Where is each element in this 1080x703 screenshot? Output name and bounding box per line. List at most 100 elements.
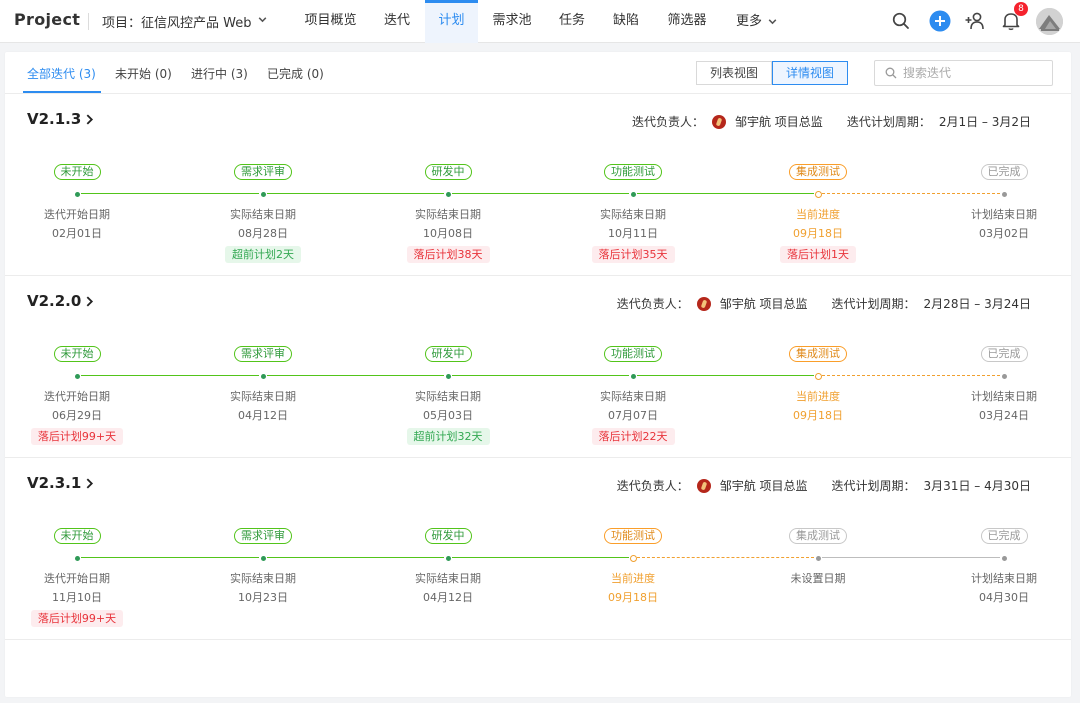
stage-date: 09月18日 (793, 409, 843, 422)
timeline-node (445, 191, 451, 197)
timeline-stage: 集成测试 当前进度 09月18日 (758, 346, 878, 423)
timeline-node (260, 373, 266, 379)
nav-more-label: 更多 (735, 13, 762, 29)
timeline-stage: 集成测试 当前进度 09月18日 落后计划1天 (758, 164, 878, 263)
filter-tab-in-progress[interactable]: 进行中 (3) (191, 65, 248, 82)
stage-date-label: 计划结束日期 (971, 572, 1037, 585)
iteration-meta: 迭代负责人： 邹宇航 项目总监 迭代计划周期： 2月1日 – 3月2日 (632, 113, 1031, 130)
iteration-section: V2.1.3 迭代负责人： 邹宇航 项目总监 迭代计划周期： 2月1日 – 3月… (5, 94, 1071, 276)
stage-date-label: 实际结束日期 (230, 390, 296, 403)
nav-divider (88, 13, 89, 30)
iteration-meta: 迭代负责人： 邹宇航 项目总监 迭代计划周期： 3月31日 – 4月30日 (617, 477, 1031, 494)
active-tab-indicator (23, 91, 101, 93)
view-toggle: 列表视图 详情视图 (696, 61, 849, 85)
stage-date: 03月24日 (979, 409, 1029, 422)
timeline-node (74, 555, 80, 561)
stage-status-pill: 需求评审 (234, 528, 292, 544)
nav-tab-defects[interactable]: 缺陷 (600, 0, 652, 43)
timeline-stage: 功能测试 实际结束日期 07月07日 落后计划22天 (573, 346, 693, 445)
timeline-node (260, 555, 266, 561)
stage-date: 04月30日 (979, 591, 1029, 604)
search-icon[interactable] (890, 10, 912, 32)
filter-tab-not-started[interactable]: 未开始 (0) (115, 65, 172, 82)
timeline-stage: 已完成 计划结束日期 04月30日 (944, 528, 1064, 605)
stage-status-pill: 未开始 (53, 528, 101, 544)
timeline-stage: 未开始 迭代开始日期 02月01日 (17, 164, 137, 241)
nav-tab-requirement-pool[interactable]: 需求池 (481, 0, 543, 43)
iteration-title[interactable]: V2.2.0 (27, 292, 94, 310)
filter-tab-all[interactable]: 全部迭代 (3) (27, 65, 96, 82)
nav-tab-overview[interactable]: 项目概览 (293, 0, 368, 43)
nav-tab-more[interactable]: 更多 (723, 0, 791, 43)
timeline-stage: 需求评审 实际结束日期 08月28日 超前计划2天 (203, 164, 323, 263)
search-icon (885, 67, 897, 79)
schedule-variance-tag: 落后计划35天 (591, 246, 675, 263)
stage-date: 08月28日 (238, 227, 288, 240)
timeline-stage: 需求评审 实际结束日期 10月23日 (203, 528, 323, 605)
period-label: 迭代计划周期： (831, 479, 916, 493)
nav-tab-tasks[interactable]: 任务 (546, 0, 598, 43)
timeline-stage: 研发中 实际结束日期 04月12日 (388, 528, 508, 605)
owner-avatar-icon (711, 114, 726, 129)
app-title[interactable]: Project (14, 10, 80, 29)
stage-status-pill: 功能测试 (604, 346, 662, 362)
timeline-node (1001, 373, 1007, 379)
owner-label: 迭代负责人： (616, 297, 689, 311)
search-input[interactable] (903, 66, 1043, 80)
avatar[interactable] (1036, 8, 1063, 35)
stage-date-label: 实际结束日期 (230, 572, 296, 585)
filter-tab-completed[interactable]: 已完成 (0) (267, 65, 324, 82)
iteration-period: 2月1日 – 3月2日 (938, 115, 1031, 129)
chevron-right-icon (86, 295, 94, 307)
stage-date: 03月02日 (979, 227, 1029, 240)
stage-date: 10月11日 (608, 227, 658, 240)
stage-status-pill: 集成测试 (789, 528, 847, 544)
schedule-variance-tag: 超前计划32天 (406, 428, 490, 445)
owner-avatar-icon (696, 478, 711, 493)
stage-date-label: 迭代开始日期 (44, 572, 110, 585)
stage-date-label: 计划结束日期 (971, 208, 1037, 221)
iteration-name: V2.1.3 (27, 110, 82, 128)
stage-date-label: 当前进度 (611, 572, 655, 585)
stage-status-pill: 已完成 (980, 528, 1028, 544)
add-icon[interactable] (929, 10, 951, 32)
timeline-stage: 功能测试 当前进度 09月18日 (573, 528, 693, 605)
iteration-title[interactable]: V2.3.1 (27, 474, 94, 492)
stage-date-label: 当前进度 (796, 208, 840, 221)
nav-tab-iterations[interactable]: 迭代 (371, 0, 423, 43)
detail-view-button[interactable]: 详情视图 (772, 61, 849, 85)
timeline-node (1001, 191, 1007, 197)
iteration-name: V2.3.1 (27, 474, 82, 492)
iteration-title[interactable]: V2.1.3 (27, 110, 94, 128)
stage-status-pill: 功能测试 (604, 528, 662, 544)
timeline-node (630, 191, 636, 197)
nav-tab-plan[interactable]: 计划 (425, 0, 478, 43)
schedule-variance-tag: 落后计划1天 (780, 246, 856, 263)
project-selector[interactable]: 项目：征信风控产品 Web (102, 12, 268, 31)
stage-date-label: 未设置日期 (790, 572, 846, 585)
list-view-button[interactable]: 列表视图 (696, 61, 773, 85)
nav-tab-filters[interactable]: 筛选器 (655, 0, 719, 43)
stage-date: 09月18日 (608, 591, 658, 604)
timeline-node (814, 190, 822, 198)
period-label: 迭代计划周期： (846, 115, 931, 129)
stage-status-pill: 未开始 (53, 346, 101, 362)
timeline-node (445, 555, 451, 561)
stage-date-label: 实际结束日期 (230, 208, 296, 221)
stage-status-pill: 研发中 (424, 346, 472, 362)
stage-status-pill: 已完成 (980, 346, 1028, 362)
timeline-stage: 需求评审 实际结束日期 04月12日 (203, 346, 323, 423)
timeline-node (260, 191, 266, 197)
add-member-icon[interactable] (964, 10, 986, 32)
stage-date-label: 实际结束日期 (415, 390, 481, 403)
stage-date-label: 实际结束日期 (600, 208, 666, 221)
timeline-stage: 未开始 迭代开始日期 11月10日 落后计划99+天 (17, 528, 137, 627)
stage-status-pill: 功能测试 (604, 164, 662, 180)
timeline-stage: 研发中 实际结束日期 05月03日 超前计划32天 (388, 346, 508, 445)
iteration-period: 2月28日 – 3月24日 (923, 297, 1031, 311)
stage-date-label: 计划结束日期 (971, 390, 1037, 403)
timeline-node (815, 555, 821, 561)
period-label: 迭代计划周期： (831, 297, 916, 311)
stage-status-pill: 需求评审 (234, 164, 292, 180)
schedule-variance-tag: 落后计划99+天 (30, 610, 124, 627)
